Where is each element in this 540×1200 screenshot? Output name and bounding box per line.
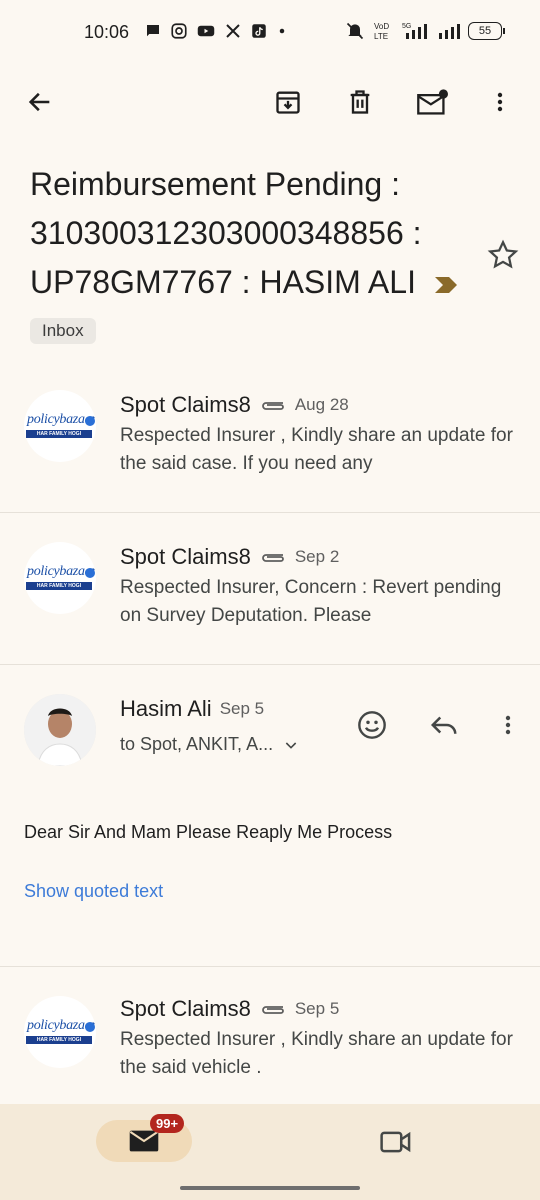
- add-reaction-button[interactable]: [352, 705, 392, 745]
- signal-5g-icon: 5G: [402, 23, 427, 39]
- mark-unread-icon: [417, 89, 448, 115]
- archive-button[interactable]: [268, 82, 308, 122]
- back-button[interactable]: [20, 82, 60, 122]
- notification-icons: [144, 22, 288, 40]
- message-header: Hasim Ali Sep 5: [120, 696, 264, 722]
- message-header: Spot Claims8 Aug 28: [120, 392, 349, 418]
- message-collapsed[interactable]: policybazaar HAR FAMILY HOGI INSURED Spo…: [0, 370, 540, 512]
- message-date: Sep 5: [294, 999, 340, 1018]
- system-icons: VoD LTE 5G 55: [344, 20, 505, 42]
- important-marker-icon[interactable]: [433, 275, 459, 295]
- show-quoted-text-link[interactable]: Show quoted text: [24, 881, 163, 902]
- more-vert-icon: [497, 92, 503, 112]
- star-button[interactable]: [486, 238, 520, 277]
- recipients-text: to Spot, ANKIT, A...: [120, 734, 274, 754]
- video-camera-icon: [380, 1131, 411, 1153]
- x-icon: [226, 24, 240, 38]
- sender-avatar: policybazaar HAR FAMILY HOGI INSURED: [24, 542, 96, 614]
- delete-button[interactable]: [340, 82, 380, 122]
- sender-name: Spot Claims8: [120, 544, 251, 569]
- message-date: Sep 2: [294, 547, 340, 566]
- sender-avatar: policybazaar HAR FAMILY HOGI INSURED: [24, 390, 96, 462]
- sender-name: Hasim Ali: [120, 696, 212, 721]
- signal-icon: [439, 24, 460, 39]
- app-bar: [0, 72, 540, 132]
- message-header: Spot Claims8 Sep 2: [120, 544, 339, 570]
- gesture-bar[interactable]: [180, 1186, 360, 1190]
- email-subject: Reimbursement Pending : 3103003123030003…: [30, 160, 470, 307]
- chevron-down-icon: [285, 741, 297, 749]
- sender-name: Spot Claims8: [120, 996, 251, 1021]
- star-icon: [487, 239, 519, 269]
- svg-text:LTE: LTE: [374, 32, 388, 41]
- back-arrow-icon: [28, 92, 50, 112]
- message-body: Dear Sir And Mam Please Reaply Me Proces…: [24, 822, 393, 842]
- svg-text:5G: 5G: [402, 23, 411, 30]
- sender-avatar: policybazaar HAR FAMILY HOGI INSURED: [24, 996, 96, 1068]
- message-collapsed[interactable]: policybazaar HAR FAMILY HOGI INSURED Spo…: [0, 522, 540, 664]
- status-time: 10:06: [84, 22, 130, 42]
- delete-icon: [350, 90, 370, 114]
- volte-icon: VoDLTE: [374, 22, 389, 41]
- youtube-icon: [197, 25, 215, 37]
- svg-text:VoD: VoD: [374, 22, 389, 31]
- message-date: Aug 28: [294, 395, 349, 414]
- chat-bubble-icon: [147, 25, 159, 37]
- sender-name: Spot Claims8: [120, 392, 251, 417]
- tiktok-icon: [252, 24, 266, 38]
- reply-button[interactable]: [424, 705, 464, 745]
- divider: [0, 512, 540, 513]
- dot-icon: [279, 28, 285, 34]
- emoji-icon: [358, 711, 386, 739]
- mute-icon: [346, 22, 364, 40]
- reply-icon: [430, 716, 457, 734]
- instagram-icon: [171, 23, 187, 39]
- attachment-icon: [262, 402, 284, 410]
- subject-text: Reimbursement Pending : 3103003123030003…: [30, 166, 422, 300]
- message-collapsed[interactable]: policybazaar HAR FAMILY HOGI INSURED Spo…: [0, 976, 540, 1104]
- more-options-button[interactable]: [480, 82, 520, 122]
- recipients-toggle[interactable]: to Spot, ANKIT, A...: [120, 734, 299, 755]
- battery-indicator: 55: [468, 22, 505, 40]
- person-photo-icon: [24, 694, 96, 766]
- attachment-icon: [262, 1006, 284, 1014]
- nav-meet-button[interactable]: [376, 1122, 416, 1162]
- archive-icon: [276, 91, 300, 114]
- message-header: Spot Claims8 Sep 5: [120, 996, 339, 1022]
- message-more-button[interactable]: [488, 705, 528, 745]
- inbox-label-chip[interactable]: Inbox: [30, 318, 96, 344]
- more-vert-icon: [505, 715, 511, 735]
- attachment-icon: [262, 554, 284, 562]
- mark-unread-button[interactable]: [412, 82, 452, 122]
- mail-count-badge: 99+: [150, 1114, 185, 1133]
- message-date: Sep 5: [219, 699, 265, 718]
- message-snippet: Respected Insurer, Concern : Revert pend…: [120, 577, 502, 626]
- sender-avatar-photo: [24, 694, 96, 766]
- bottom-navigation: 99+: [0, 1104, 540, 1200]
- message-snippet: Respected Insurer , Kindly share an upda…: [120, 1029, 513, 1078]
- message-snippet: Respected Insurer , Kindly share an upda…: [120, 425, 513, 474]
- divider: [0, 664, 540, 665]
- divider: [0, 966, 540, 967]
- status-bar: 10:06 VoD LTE 5G 55: [0, 0, 540, 68]
